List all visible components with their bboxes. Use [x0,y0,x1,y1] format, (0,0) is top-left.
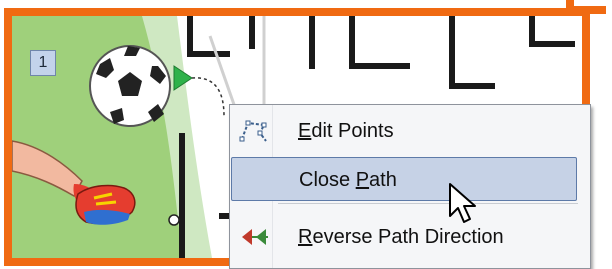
soccer-ball-image [89,45,171,127]
menu-item-close-path[interactable]: Close Path [231,157,577,201]
path-end-point [168,214,180,226]
menu-item-label: Edit Points [298,120,394,142]
mouse-cursor-icon [449,183,476,223]
menu-separator [278,203,578,204]
reverse-path-direction-icon [238,223,270,251]
menu-item-edit-points[interactable]: Edit Points [232,109,578,153]
context-menu: Edit Points Close Path Reverse Path Dire… [229,104,591,269]
menu-item-reverse-path-direction[interactable]: Reverse Path Direction [232,215,578,259]
menu-item-label: Close Path [299,169,397,191]
slide-number-badge: 1 [30,50,56,76]
edit-points-icon [238,117,270,145]
